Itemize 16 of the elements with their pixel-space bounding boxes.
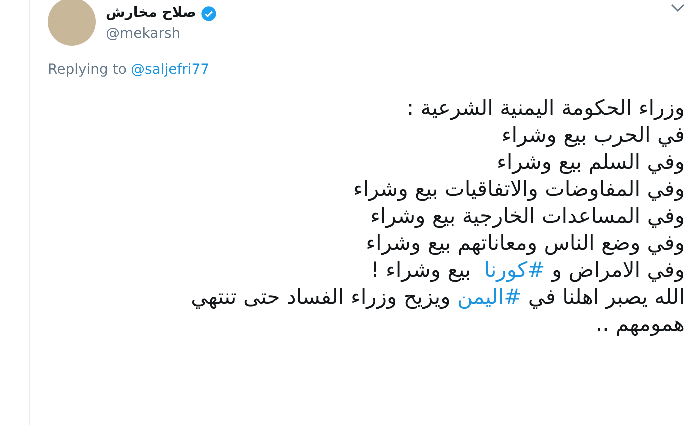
tweet-text-line: وفي الامراض و #كورنا بيع وشراء ! bbox=[370, 257, 685, 284]
tweet-text-line: وفي المساعدات الخارجية بيع وشراء bbox=[370, 203, 685, 230]
tweet-text-line: الله يصبر اهلنا في #اليمن ويزيح وزراء الفساد حتى تنتهي bbox=[190, 284, 685, 311]
author-name[interactable]: صلاح مخارش bbox=[106, 3, 197, 24]
chevron-down-icon[interactable] bbox=[671, 4, 685, 13]
hashtag-link[interactable]: #كورنا bbox=[484, 258, 546, 282]
mention-link[interactable]: @saljefri77 bbox=[130, 60, 210, 81]
replying-label: Replying to bbox=[48, 61, 127, 80]
tweet-text-line: وفي السلم بيع وشراء bbox=[496, 149, 685, 176]
hashtag-link[interactable]: #اليمن bbox=[457, 285, 522, 309]
tweet-text-line: وفي وضع الناس ومعاناتهم بيع وشراء bbox=[365, 230, 685, 257]
tweet-text-line: في الحرب بيع وشراء bbox=[500, 122, 685, 149]
tweet-text-line: وزراء الحكومة اليمنية الشرعية : bbox=[406, 95, 685, 122]
tweet-text-line: وفي المفاوضات والاتفاقيات بيع وشراء bbox=[352, 176, 685, 203]
tweet-text-line: همومهم .. bbox=[595, 311, 685, 338]
author-handle[interactable]: @mekarsh bbox=[106, 24, 217, 45]
